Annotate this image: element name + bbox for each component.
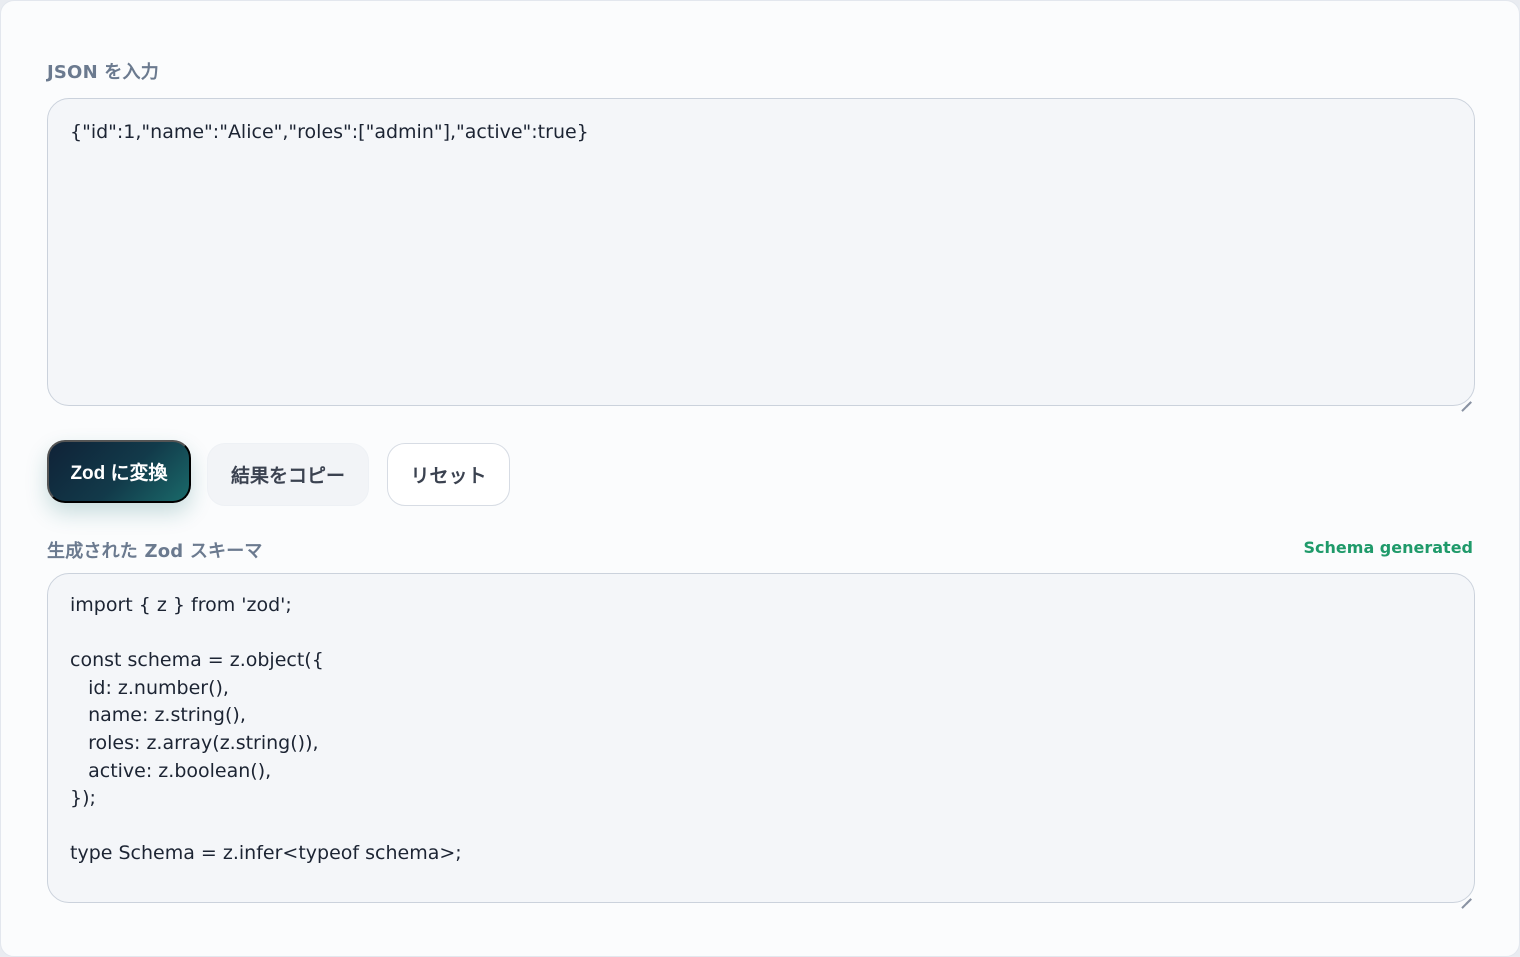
json-input-textarea[interactable]: {"id":1,"name":"Alice","roles":["admin"]…	[47, 98, 1475, 406]
status-message: Schema generated	[1303, 538, 1473, 557]
json-input-label: JSON を入力	[47, 62, 159, 83]
copy-result-button[interactable]: 結果をコピー	[207, 443, 369, 506]
resize-grip-icon[interactable]	[1461, 889, 1471, 899]
converter-panel: JSON を入力 {"id":1,"name":"Alice","roles":…	[0, 0, 1520, 957]
reset-button[interactable]: リセット	[387, 443, 510, 506]
resize-grip-icon[interactable]	[1461, 392, 1471, 402]
convert-to-zod-button[interactable]: Zod に変換	[47, 440, 191, 503]
zod-schema-label: 生成された Zod スキーマ	[47, 541, 263, 562]
zod-schema-output[interactable]: import { z } from 'zod'; const schema = …	[47, 573, 1475, 903]
